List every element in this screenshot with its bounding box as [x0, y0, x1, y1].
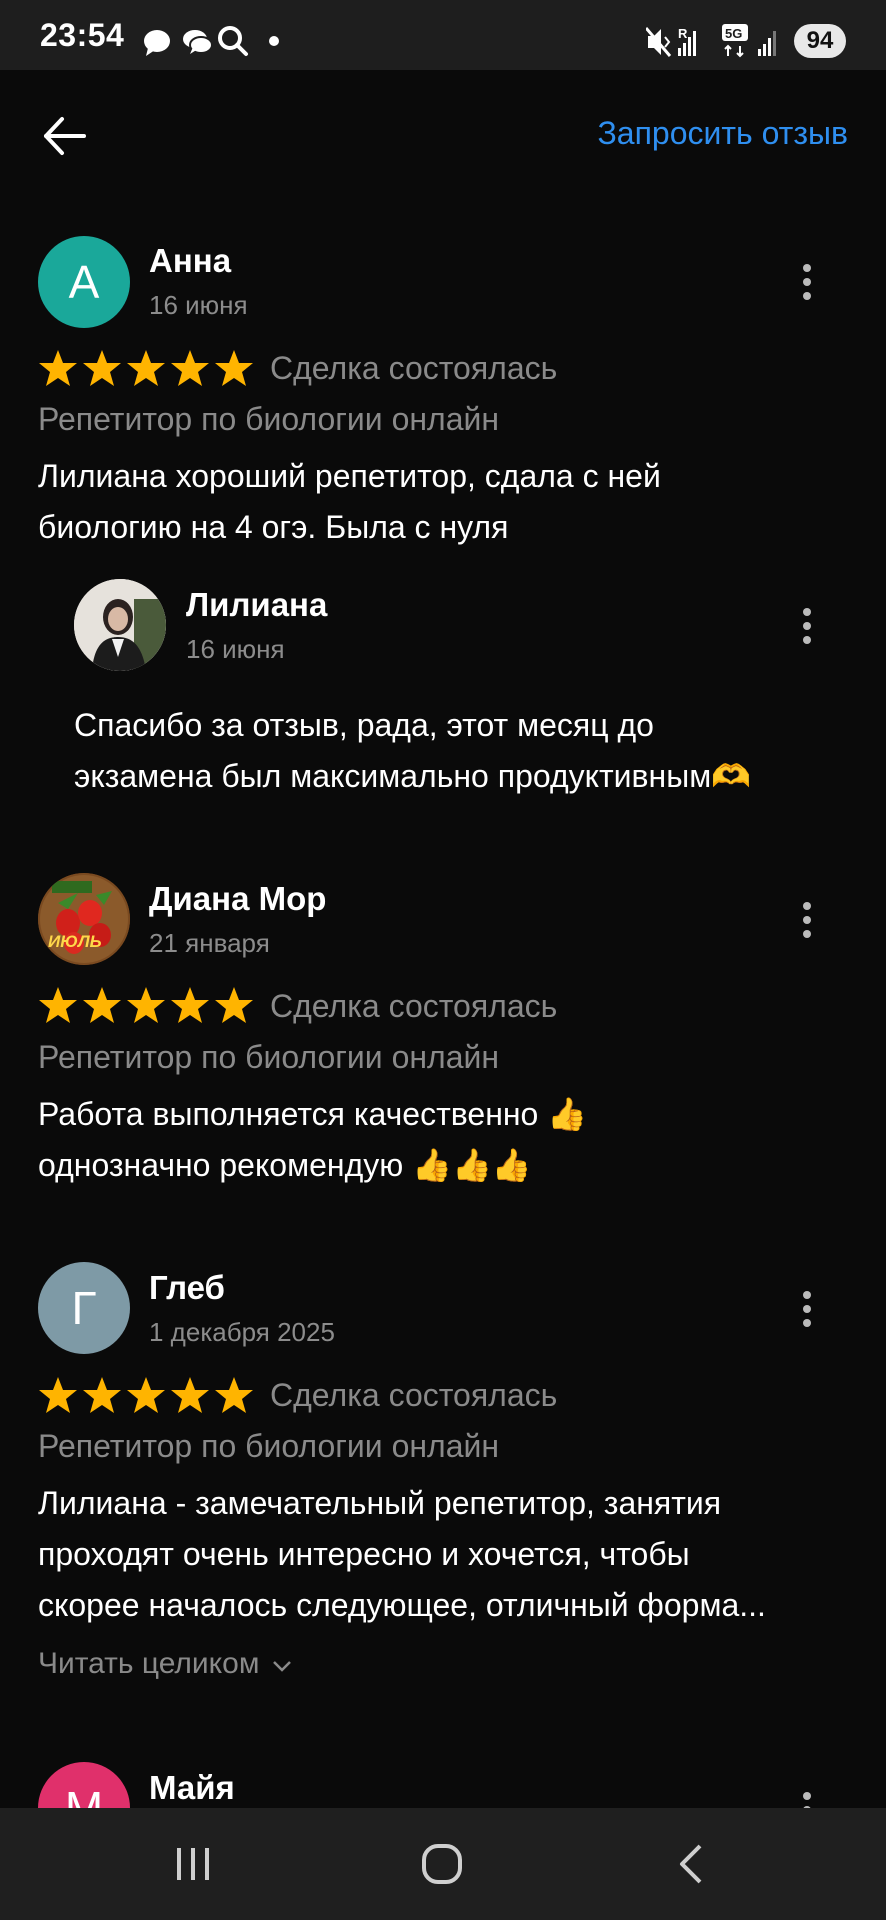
star-icon: [39, 1377, 77, 1413]
star-icon: [39, 350, 77, 386]
signal-icon: [758, 31, 776, 56]
reviewer-name: Майя: [149, 1769, 235, 1806]
star-icon: [83, 1377, 121, 1413]
mute-icon: [646, 27, 672, 57]
star-icon: [171, 350, 209, 386]
review-text-line: однозначно рекомендую 👍👍👍: [38, 1147, 532, 1183]
review-text: Работа выполняется качественно 👍 однозна…: [38, 1089, 858, 1191]
screen: 23:54 R 5G 94 Запросить отзыв А Анна 16 …: [0, 0, 886, 1920]
reviewer-name: Диана Мор: [149, 880, 327, 917]
status-bar: 23:54 R 5G 94: [0, 0, 886, 70]
star-rating: [39, 350, 253, 386]
star-icon: [215, 1377, 253, 1413]
review-text-line: скорее началось следующее, отличный форм…: [38, 1587, 766, 1623]
arrow-left-icon[interactable]: [42, 113, 88, 159]
more-options-icon[interactable]: [797, 606, 817, 646]
chat-bubbles-icon: [183, 30, 213, 54]
more-options-icon[interactable]: [797, 262, 817, 302]
chat-bubble-icon: [144, 30, 170, 56]
read-more-label: Читать целиком: [38, 1647, 260, 1680]
reply-author-name: Лилиана: [186, 586, 328, 623]
review-date: 21 января: [149, 928, 270, 958]
star-icon: [171, 1377, 209, 1413]
avatar-initial: А: [68, 256, 100, 308]
review-date: 1 декабря 2025: [149, 1317, 335, 1347]
service-name: Репетитор по биологии онлайн: [38, 401, 500, 437]
read-more-link[interactable]: Читать целиком: [38, 1647, 292, 1681]
star-icon: [171, 987, 209, 1023]
reply-date: 16 июня: [186, 634, 285, 664]
star-icon: [127, 1377, 165, 1413]
star-icon: [83, 350, 121, 386]
avatar-caption: ИЮЛЬ: [48, 932, 102, 951]
avatar: Г: [38, 1262, 130, 1354]
star-icon: [215, 350, 253, 386]
battery-indicator: 94: [794, 24, 846, 58]
avatar-initial: Г: [71, 1282, 97, 1334]
back-chevron-icon[interactable]: [676, 1842, 706, 1886]
chevron-down-icon: [272, 1661, 291, 1672]
battery-level: 94: [806, 27, 834, 54]
svg-text:5G: 5G: [725, 26, 742, 41]
status-left-icons: [144, 26, 279, 56]
star-rating: [39, 987, 253, 1023]
avatar: А: [38, 236, 130, 328]
service-name: Репетитор по биологии онлайн: [38, 1039, 500, 1075]
star-rating: [39, 1377, 253, 1413]
star-icon: [215, 987, 253, 1023]
star-icon: [127, 987, 165, 1023]
reply-avatar: [74, 579, 166, 671]
more-options-icon[interactable]: [797, 1289, 817, 1329]
review-text: Лилиана хороший репетитор, сдала с ней б…: [38, 451, 858, 553]
svg-text:R: R: [678, 26, 688, 41]
more-options-icon[interactable]: [797, 900, 817, 940]
reply-text: Спасибо за отзыв, рада, этот месяц до эк…: [74, 700, 864, 802]
review-text: Лилиана - замечательный репетитор, занят…: [38, 1478, 858, 1631]
reviewer-name: Анна: [149, 242, 232, 279]
system-nav-bar: [0, 1808, 886, 1920]
service-name: Репетитор по биологии онлайн: [38, 1428, 500, 1464]
reply-text-line: Спасибо за отзыв, рада, этот месяц до: [74, 707, 654, 743]
reply-text-line: экзамена был максимально продуктивным🫶: [74, 758, 752, 794]
review-text-line: проходят очень интересно и хочется, чтоб…: [38, 1536, 690, 1572]
status-time: 23:54: [40, 17, 125, 53]
deal-status: Сделка состоялась: [270, 988, 558, 1024]
review-text-line: Лилиана хороший репетитор, сдала с ней: [38, 458, 661, 494]
deal-status: Сделка состоялась: [270, 350, 558, 386]
home-icon[interactable]: [420, 1842, 464, 1886]
deal-status: Сделка состоялась: [270, 1377, 558, 1413]
star-icon: [39, 987, 77, 1023]
review-text-line: Работа выполняется качественно 👍: [38, 1096, 588, 1132]
star-icon: [127, 350, 165, 386]
review-date: 16 июня: [149, 290, 248, 320]
search-icon: [218, 26, 248, 56]
star-icon: [83, 987, 121, 1023]
review-text-line: Лилиана - замечательный репетитор, занят…: [38, 1485, 722, 1521]
avatar-photo: [74, 579, 166, 671]
request-review-link[interactable]: Запросить отзыв: [597, 115, 848, 152]
dot-icon: [269, 36, 279, 46]
review-text-line: биологию на 4 огэ. Была с нуля: [38, 509, 509, 545]
signal-r-icon: R: [678, 26, 696, 56]
5g-icon: 5G: [722, 24, 748, 58]
recents-icon[interactable]: [173, 1844, 213, 1884]
reviewer-name: Глеб: [149, 1269, 225, 1306]
status-right-icons: R 5G: [646, 24, 776, 58]
